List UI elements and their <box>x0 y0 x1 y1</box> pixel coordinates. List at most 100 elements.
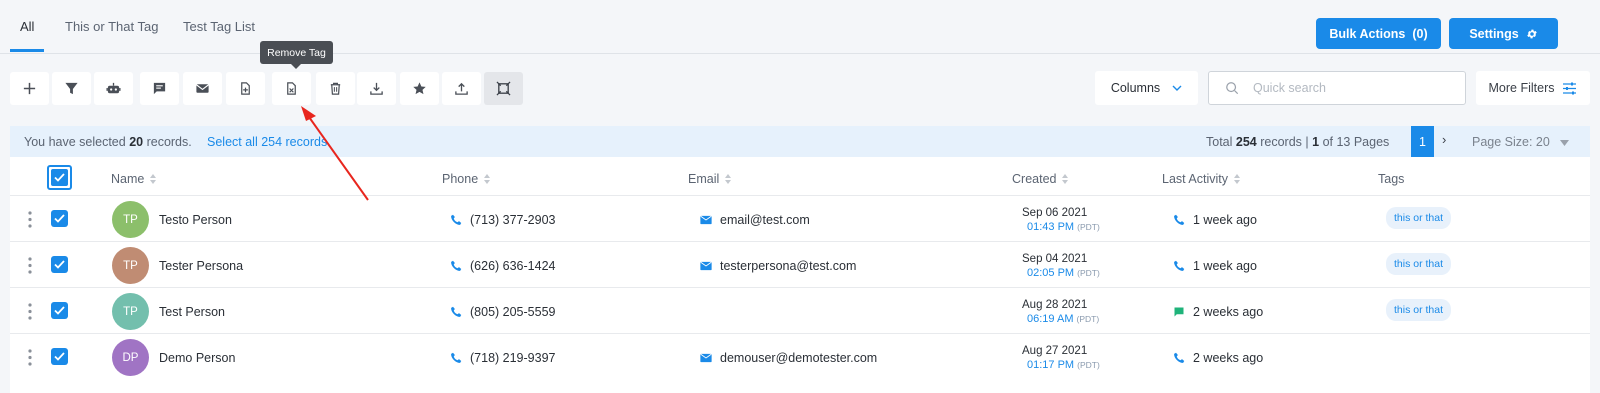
search-input[interactable] <box>1253 81 1453 95</box>
more-filters-button[interactable]: More Filters <box>1476 71 1590 105</box>
contacts-table: Name Phone Email Created Last Activity T… <box>10 157 1590 393</box>
merge-button[interactable] <box>484 72 523 105</box>
select-all-link[interactable]: Select all 254 records. <box>207 135 331 149</box>
next-page-icon[interactable]: › <box>1442 132 1446 147</box>
phone-icon <box>1174 214 1185 225</box>
tab-all[interactable]: All <box>20 19 34 34</box>
row-checkbox[interactable] <box>51 210 68 227</box>
avatar: TP <box>112 247 149 284</box>
check-icon <box>54 173 65 182</box>
row-checkbox[interactable] <box>51 302 68 319</box>
contact-name[interactable]: Tester Persona <box>159 259 243 273</box>
automation-button[interactable] <box>94 72 133 105</box>
phone-icon <box>1174 260 1185 271</box>
row-menu-icon[interactable] <box>28 303 32 320</box>
row-checkbox[interactable] <box>51 256 68 273</box>
envelope-icon <box>700 353 712 363</box>
sort-icon <box>1234 174 1240 184</box>
phone-icon <box>451 214 462 225</box>
filter-button[interactable] <box>52 72 91 105</box>
contact-email[interactable]: testerpersona@test.com <box>700 259 856 273</box>
contact-email[interactable]: email@test.com <box>700 213 810 227</box>
select-all-checkbox[interactable] <box>47 165 72 190</box>
robot-icon <box>106 82 121 94</box>
plus-icon <box>23 82 36 95</box>
column-header-name[interactable]: Name <box>111 172 157 186</box>
check-icon <box>54 260 65 269</box>
table-row[interactable]: TP Tester Persona (626) 636-1424 testerpers… <box>10 241 1590 288</box>
settings-button[interactable]: Settings <box>1449 18 1558 49</box>
contact-name[interactable]: Demo Person <box>159 351 235 365</box>
check-icon <box>54 306 65 315</box>
column-header-tags: Tags <box>1378 172 1405 186</box>
tag-badge[interactable]: this or that <box>1386 207 1452 229</box>
upload-icon <box>455 82 468 95</box>
row-menu-icon[interactable] <box>28 349 32 366</box>
avatar: DP <box>112 339 149 376</box>
total-records: Total 254 records | 1 of 13 Pages <box>1206 135 1390 149</box>
import-button[interactable] <box>442 72 481 105</box>
column-header-created[interactable]: Created <box>1012 172 1069 186</box>
column-header-last-activity[interactable]: Last Activity <box>1162 172 1241 186</box>
created-time: 02:05 PM (PDT) <box>1027 267 1100 279</box>
last-activity: 2 weeks ago <box>1173 305 1263 319</box>
selection-bar: You have selected 20 records. Select all… <box>10 126 1590 157</box>
created-date: Aug 27 2021 <box>1022 345 1088 357</box>
table-row[interactable]: DP Demo Person (718) 219-9397 demouser@demo… <box>10 333 1590 380</box>
sms-button[interactable] <box>140 72 179 105</box>
page-size-select[interactable]: Page Size: 20 <box>1472 135 1570 149</box>
contact-phone[interactable]: (626) 636-1424 <box>450 259 555 273</box>
merge-icon <box>496 81 511 96</box>
phone-icon <box>451 260 462 271</box>
created-date: Aug 28 2021 <box>1022 299 1088 311</box>
delete-button[interactable] <box>316 72 355 105</box>
settings-label: Settings <box>1469 26 1519 41</box>
contact-phone[interactable]: (805) 205-5559 <box>450 305 555 319</box>
tag-badge[interactable]: this or that <box>1386 253 1452 275</box>
caret-down-icon <box>1560 140 1570 146</box>
contact-phone[interactable]: (713) 377-2903 <box>450 213 555 227</box>
contact-phone[interactable]: (718) 219-9397 <box>450 351 555 365</box>
page-1-button[interactable]: 1 <box>1411 126 1434 157</box>
phone-icon <box>1174 352 1185 363</box>
export-button[interactable] <box>357 72 396 105</box>
contact-email[interactable]: demouser@demotester.com <box>700 351 877 365</box>
add-button[interactable] <box>10 72 49 105</box>
tab-test-tag-list[interactable]: Test Tag List <box>183 19 255 34</box>
created-time: 06:19 AM (PDT) <box>1027 313 1100 325</box>
download-icon <box>370 82 383 95</box>
message-icon <box>153 82 166 95</box>
tag-badge[interactable]: this or that <box>1386 299 1452 321</box>
tab-this-or-that-tag[interactable]: This or That Tag <box>65 19 158 34</box>
last-activity: 1 week ago <box>1173 213 1257 227</box>
bulk-actions-count: (0) <box>1412 26 1428 41</box>
filter-icon <box>65 82 78 95</box>
sliders-icon <box>1563 82 1577 94</box>
table-row[interactable]: TP Test Person (805) 205-5559 Aug 28 2021 06… <box>10 287 1590 334</box>
bulk-actions-button[interactable]: Bulk Actions (0) <box>1316 18 1441 49</box>
sort-icon <box>725 174 732 184</box>
row-menu-icon[interactable] <box>28 211 32 228</box>
favorite-button[interactable] <box>400 72 439 105</box>
sort-icon <box>1062 174 1069 184</box>
quick-search[interactable] <box>1208 71 1466 105</box>
table-row[interactable]: TP Testo Person (713) 377-2903 email@test.c… <box>10 195 1590 242</box>
envelope-icon <box>700 215 712 225</box>
remove-tag-icon <box>287 82 296 95</box>
column-header-phone[interactable]: Phone <box>442 172 491 186</box>
check-icon <box>54 352 65 361</box>
row-menu-icon[interactable] <box>28 257 32 274</box>
star-icon <box>413 82 426 95</box>
last-activity: 2 weeks ago <box>1173 351 1263 365</box>
row-checkbox[interactable] <box>51 348 68 365</box>
email-button[interactable] <box>183 72 222 105</box>
remove-tag-button[interactable] <box>272 72 311 105</box>
column-header-email[interactable]: Email <box>688 172 732 186</box>
created-time: 01:43 PM (PDT) <box>1027 221 1100 233</box>
envelope-icon <box>700 261 712 271</box>
avatar: TP <box>112 201 149 238</box>
add-tag-button[interactable] <box>226 72 265 105</box>
contact-name[interactable]: Test Person <box>159 305 225 319</box>
contact-name[interactable]: Testo Person <box>159 213 232 227</box>
columns-dropdown[interactable]: Columns <box>1095 71 1198 105</box>
